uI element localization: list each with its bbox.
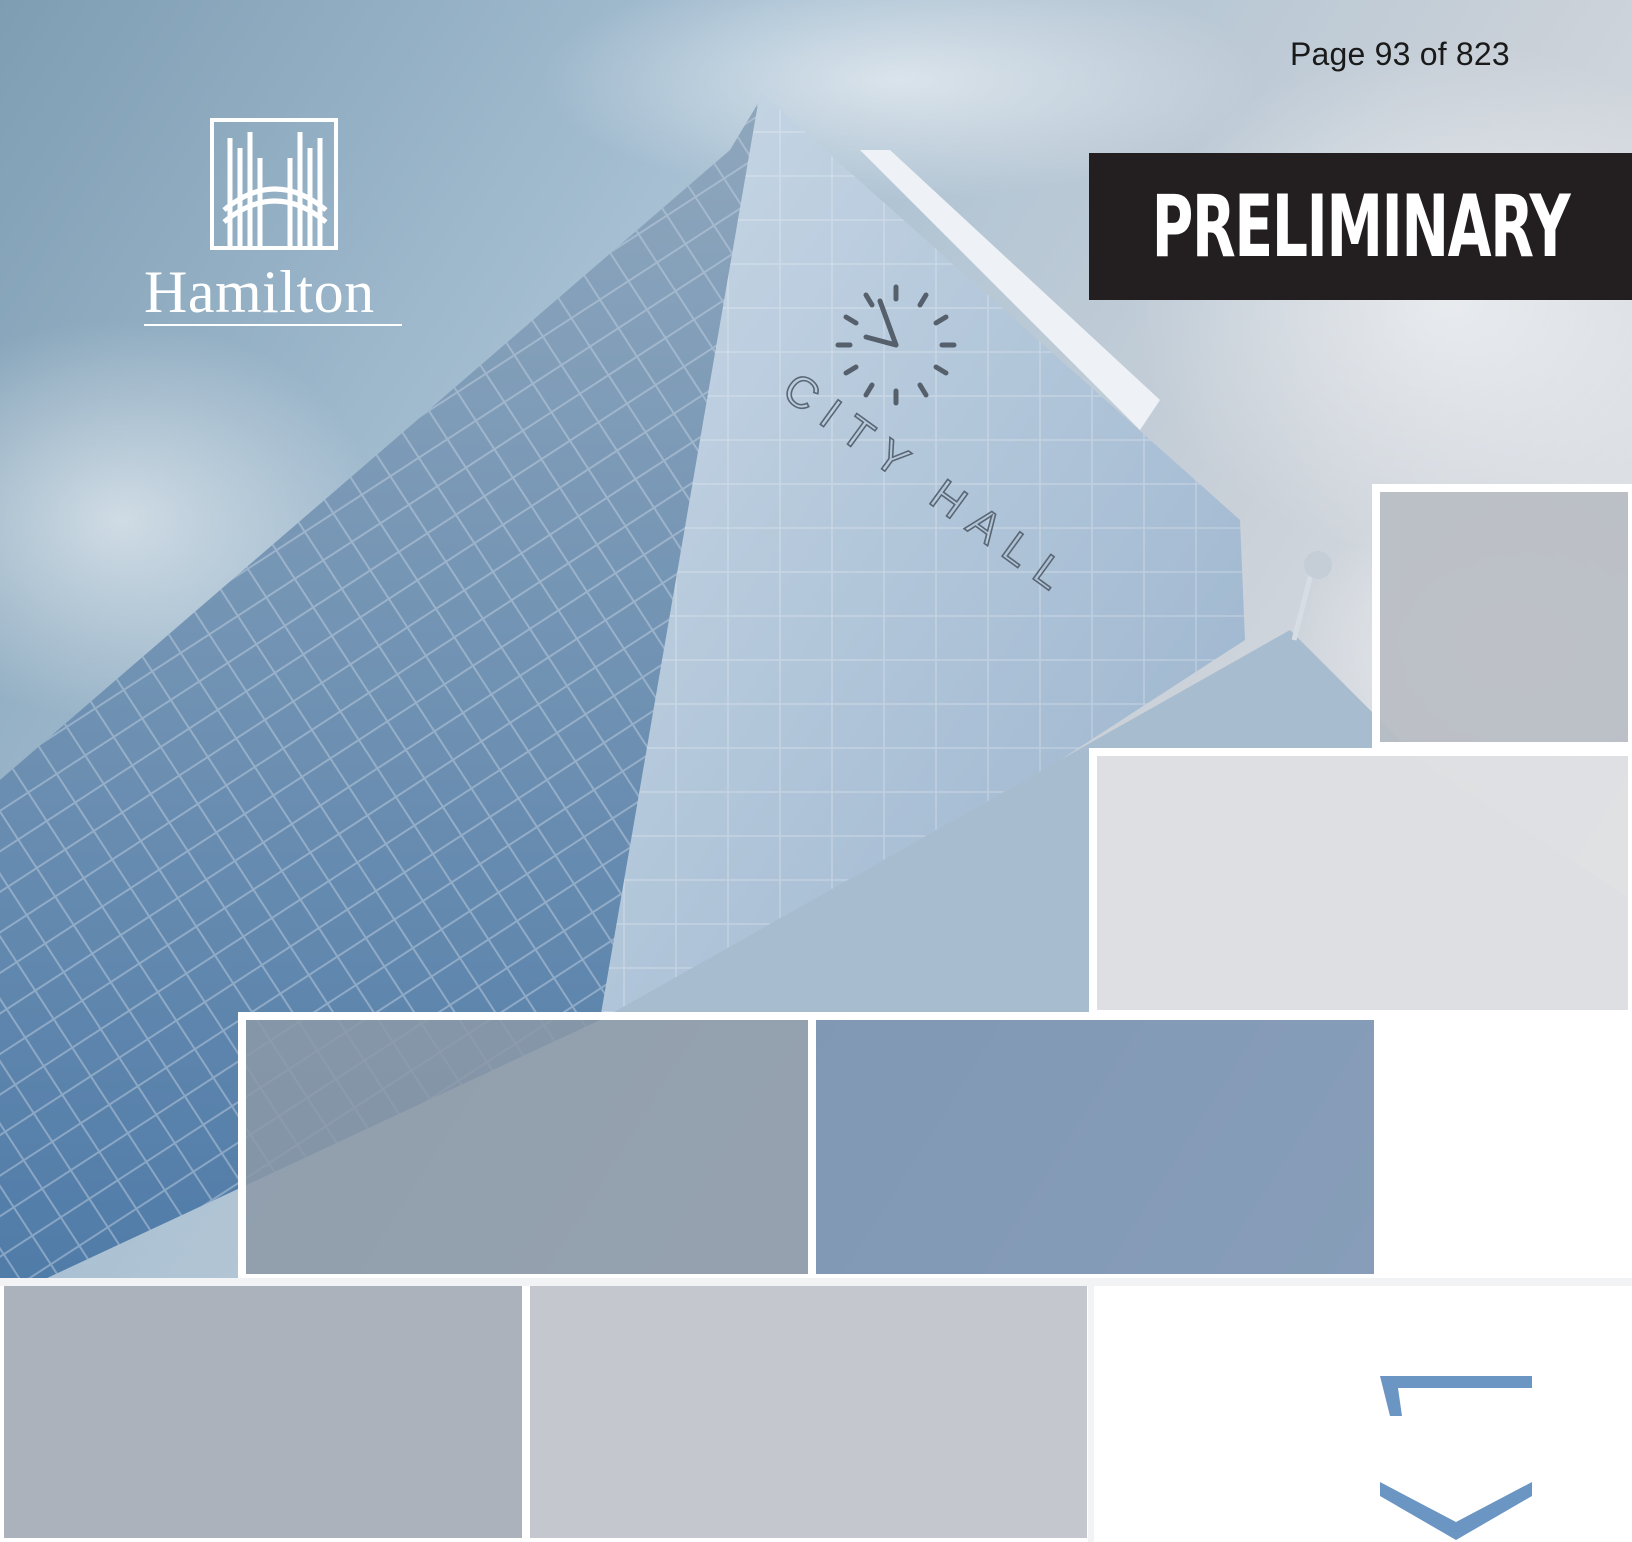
status-banner: PRELIMINARY (1089, 153, 1632, 300)
wordmark-underline (144, 324, 402, 326)
report-cover: CITY HALL Page 93 of 823 PRELIMINARY Ham… (0, 0, 1632, 1542)
banner-label: PRELIMINARY (1151, 176, 1571, 277)
hamilton-wordmark: Hamilton (144, 259, 375, 325)
page-number: Page 93 of 823 (1290, 36, 1510, 72)
chevron-mark-icon (1380, 1376, 1532, 1540)
